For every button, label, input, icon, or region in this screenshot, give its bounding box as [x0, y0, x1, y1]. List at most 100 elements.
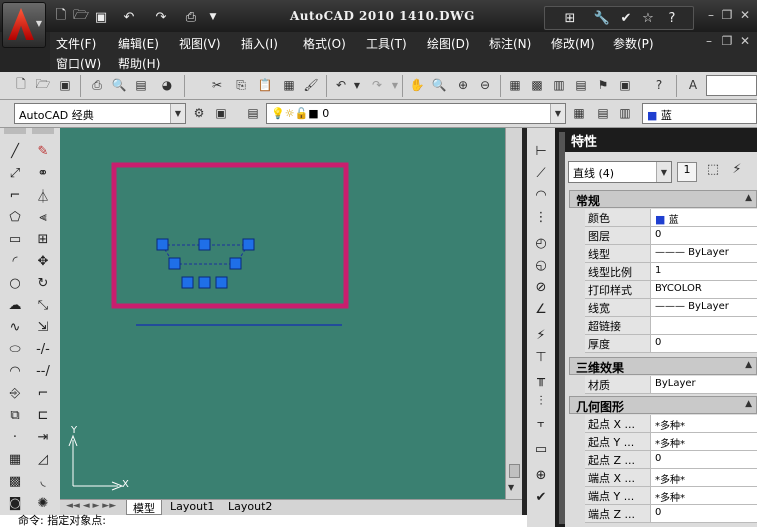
zoom-previous-icon[interactable]: ⊖	[476, 76, 494, 94]
restore-icon[interactable]: ❐	[720, 8, 734, 22]
menu-window[interactable]: 窗口(W)	[56, 55, 101, 72]
drawing-canvas[interactable]: Y X	[60, 128, 522, 499]
layer-state-icon[interactable]: ▥	[616, 104, 634, 122]
erase-icon[interactable]: ✎	[32, 140, 54, 162]
move-icon[interactable]: ✥	[32, 250, 54, 272]
circle-icon[interactable]: ○	[4, 272, 26, 294]
prop-row[interactable]: 线型 ——— ByLayer	[585, 245, 757, 263]
selection-select[interactable]: 直线 (4) ▼	[568, 161, 672, 183]
arc-length-icon[interactable]: ◠	[530, 184, 552, 206]
pickadd-toggle-icon[interactable]: 1	[677, 162, 697, 182]
communication-icon[interactable]: ✔	[615, 8, 637, 28]
make-current-layer-icon[interactable]: ▦	[570, 104, 588, 122]
scroll-thumb[interactable]	[509, 464, 520, 478]
plot-icon[interactable]: ⎙	[182, 8, 200, 26]
continue-dimension-icon[interactable]: ╥	[530, 368, 552, 390]
design-center-icon[interactable]: ▩	[528, 76, 546, 94]
grip-point[interactable]	[198, 276, 211, 289]
ellipse-icon[interactable]: ⬭	[4, 338, 26, 360]
menu-file[interactable]: 文件(F)	[56, 35, 96, 52]
pan-icon[interactable]: ✋	[408, 76, 426, 94]
paste-block-icon[interactable]: ▦	[280, 76, 298, 94]
scale-icon[interactable]: ⤡	[32, 294, 54, 316]
dimension-break-icon[interactable]: ⫟	[530, 412, 552, 434]
polygon-icon[interactable]: ⬠	[4, 206, 26, 228]
tab-nav-arrows-icon[interactable]: ◄◄ ◄ ► ►►	[66, 501, 116, 511]
dimension-space-icon[interactable]: ⫶	[530, 390, 552, 412]
properties-icon[interactable]: ▦	[506, 76, 524, 94]
break-at-point-icon[interactable]: ⌐	[32, 382, 54, 404]
canvas-vertical-scrollbar[interactable]: ▼	[505, 128, 522, 499]
break-icon[interactable]: ⊏	[32, 404, 54, 426]
join-icon[interactable]: ⇥	[32, 426, 54, 448]
linear-dimension-icon[interactable]: ⊢	[530, 140, 552, 162]
menu-draw[interactable]: 绘图(D)	[427, 35, 470, 52]
prop-row[interactable]: 打印样式 BYCOLOR	[585, 281, 757, 299]
prop-row[interactable]: 起点 Y ... *多种*	[585, 433, 757, 451]
section-geometry[interactable]: 几何图形 ▲	[569, 396, 757, 414]
subscription-wrench-icon[interactable]: 🔧	[591, 8, 613, 28]
close-icon[interactable]: ✕	[738, 8, 752, 22]
center-mark-icon[interactable]: ⊕	[530, 464, 552, 486]
save-icon[interactable]: ▣	[92, 8, 110, 26]
prop-row[interactable]: 端点 Z ... 0	[585, 505, 757, 523]
undo-icon[interactable]: ↶	[120, 8, 138, 26]
menu-insert[interactable]: 插入(I)	[241, 35, 278, 52]
radius-dimension-icon[interactable]: ◴	[530, 232, 552, 254]
layer-properties-icon[interactable]: ▤	[244, 104, 262, 122]
polyline-icon[interactable]: ⌐	[4, 184, 26, 206]
help-icon[interactable]: ?	[661, 8, 683, 28]
zoom-window-icon[interactable]: ⊕	[454, 76, 472, 94]
application-menu-button[interactable]: ▼	[2, 2, 46, 48]
minimize-icon[interactable]: –	[704, 8, 718, 22]
construction-line-icon[interactable]: ⤢	[4, 162, 26, 184]
layer-previous-icon[interactable]: ▤	[594, 104, 612, 122]
zoom-realtime-icon[interactable]: 🔍	[430, 76, 448, 94]
grip-point[interactable]	[242, 238, 255, 251]
diameter-dimension-icon[interactable]: ⊘	[530, 276, 552, 298]
doc-restore-icon[interactable]: ❐	[720, 34, 734, 48]
tab-layout1[interactable]: Layout1	[166, 500, 218, 515]
help-icon[interactable]: ?	[650, 76, 668, 94]
quick-dimension-icon[interactable]: ⚡	[530, 324, 552, 346]
ordinate-dimension-icon[interactable]: ⋮	[530, 206, 552, 228]
array-icon[interactable]: ⊞	[32, 228, 54, 250]
gradient-icon[interactable]: ▩	[4, 470, 26, 492]
prop-row[interactable]: 端点 X ... *多种*	[585, 469, 757, 487]
open-folder-icon[interactable]: 🗁	[72, 8, 90, 26]
ellipse-arc-icon[interactable]: ◠	[4, 360, 26, 382]
grip-point[interactable]	[198, 238, 211, 251]
menu-modify[interactable]: 修改(M)	[551, 35, 595, 52]
prop-row[interactable]: 颜色 ■ 蓝	[585, 209, 757, 227]
menu-parameters[interactable]: 参数(P)	[613, 35, 654, 52]
redo-icon[interactable]: ↷	[368, 76, 386, 94]
mirror-icon[interactable]: ⏃	[32, 184, 54, 206]
quick-select-icon[interactable]: ⚡	[727, 162, 747, 182]
workspace-settings-icon[interactable]: ⚙	[190, 104, 208, 122]
new-file-icon[interactable]: 🗋	[52, 8, 70, 26]
angular-dimension-icon[interactable]: ∠	[530, 298, 552, 320]
spline-icon[interactable]: ∿	[4, 316, 26, 338]
sheet-set-icon[interactable]: ▤	[572, 76, 590, 94]
menu-dimension[interactable]: 标注(N)	[489, 35, 531, 52]
offset-icon[interactable]: ⫷	[32, 206, 54, 228]
make-block-icon[interactable]: ⧉	[4, 404, 26, 426]
section-general[interactable]: 常规 ▲	[569, 190, 757, 208]
prop-row[interactable]: 线宽 ——— ByLayer	[585, 299, 757, 317]
tab-layout2[interactable]: Layout2	[224, 500, 276, 515]
tab-model[interactable]: 模型	[126, 500, 162, 515]
prop-row[interactable]: 厚度 0	[585, 335, 757, 353]
save-workspace-icon[interactable]: ▣	[212, 104, 230, 122]
menu-format[interactable]: 格式(O)	[303, 35, 346, 52]
copy-object-icon[interactable]: ⚭	[32, 162, 54, 184]
menu-view[interactable]: 视图(V)	[179, 35, 221, 52]
chamfer-icon[interactable]: ◿	[32, 448, 54, 470]
quickcalc-icon[interactable]: ▣	[616, 76, 634, 94]
menu-help[interactable]: 帮助(H)	[118, 55, 160, 72]
baseline-dimension-icon[interactable]: ⊤	[530, 346, 552, 368]
scroll-down-icon[interactable]: ▼	[508, 483, 514, 492]
favorites-star-icon[interactable]: ☆	[637, 8, 659, 28]
prop-row[interactable]: 材质 ByLayer	[585, 376, 757, 394]
open-icon[interactable]: 🗁	[34, 76, 52, 94]
prop-row[interactable]: 起点 Z ... 0	[585, 451, 757, 469]
